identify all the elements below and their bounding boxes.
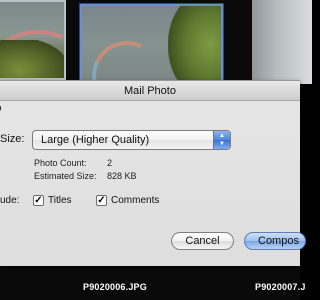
dialog-title: Mail Photo <box>0 81 300 101</box>
section-label: o <box>0 103 2 114</box>
size-popup-value: Large (Higher Quality) <box>41 134 150 146</box>
photo-count-value: 2 <box>107 158 113 168</box>
titles-label: Titles <box>48 195 72 206</box>
comments-checkbox[interactable]: ✓ <box>96 195 107 206</box>
shrub-image-detail <box>0 40 64 78</box>
photo-filename: P9020007.J <box>255 282 306 292</box>
popup-arrows-icon: ▲ ▼ <box>213 131 230 149</box>
photo-thumbnail-left[interactable] <box>0 0 66 80</box>
comments-label: Comments <box>111 195 160 206</box>
cancel-button[interactable]: Cancel <box>171 232 234 250</box>
mail-photo-dialog: Mail Photo o Size: Large (Higher Quality… <box>0 80 306 266</box>
photo-filename: P9020006.JPG <box>83 282 147 292</box>
include-label: ude: <box>0 195 20 206</box>
titles-checkbox[interactable]: ✓ <box>33 195 44 206</box>
compose-button[interactable]: Compos <box>244 232 306 250</box>
photo-count-label: Photo Count: <box>34 158 87 168</box>
size-label: Size: <box>0 133 25 145</box>
photo-thumbnail-selected[interactable] <box>80 4 223 88</box>
photo-thumbnail-right[interactable] <box>252 0 312 84</box>
tree-image-detail <box>168 6 221 86</box>
size-popup[interactable]: Large (Higher Quality) ▲ ▼ <box>32 130 231 150</box>
estimated-size-value: 828 KB <box>107 171 137 181</box>
estimated-size-label: Estimated Size: <box>34 171 97 181</box>
